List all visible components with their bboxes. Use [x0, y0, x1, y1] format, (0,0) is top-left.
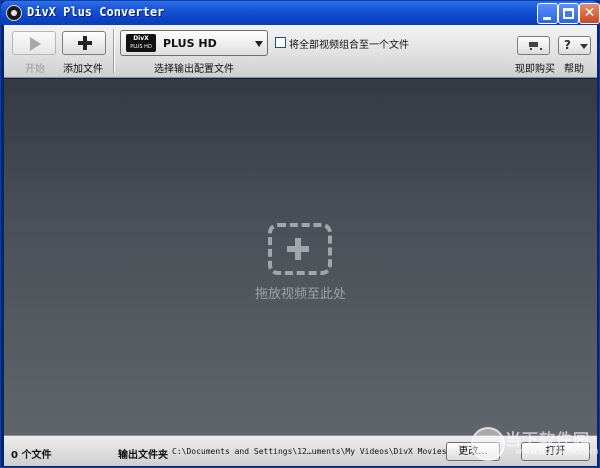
file-count: 0 个文件	[11, 450, 52, 461]
toolbar: 开始 添加文件 DivX PLUS HD PLUS HD 选择输出配置文件 将全…	[4, 25, 597, 78]
status-bar: 0 个文件 输出文件夹 C:\Documents and Settings\12…	[4, 435, 597, 466]
chevron-down-icon	[255, 41, 263, 47]
badge-line2: PLUS HD	[130, 44, 152, 50]
divx-app-icon[interactable]	[6, 5, 22, 21]
output-folder-path: C:\Documents and Settings\12…uments\My V…	[172, 447, 447, 456]
close-button[interactable]: ✕	[579, 3, 600, 24]
drop-hint: 拖放视频至此处	[254, 287, 346, 302]
title-bar[interactable]: DivX Plus Converter ✕	[1, 1, 600, 25]
close-icon: ✕	[583, 5, 596, 21]
add-file-button[interactable]	[62, 31, 106, 55]
divx-plus-hd-badge-icon: DivX PLUS HD	[126, 34, 156, 52]
help-dropdown-arrow-icon	[580, 44, 588, 49]
combine-label[interactable]: 将全部视频组合至一个文件	[289, 36, 409, 51]
toolbar-separator	[113, 29, 115, 73]
drop-zone[interactable]: 拖放视频至此处	[4, 79, 597, 435]
start-label: 开始	[25, 64, 45, 75]
cart-icon	[528, 41, 542, 51]
maximize-button[interactable]	[558, 3, 579, 24]
maximize-icon	[563, 8, 574, 19]
open-folder-button[interactable]: 打开	[521, 442, 590, 461]
window-title: DivX Plus Converter	[27, 5, 165, 19]
add-file-label: 添加文件	[63, 64, 103, 75]
output-folder-label: 输出文件夹	[118, 450, 168, 461]
buy-now-label: 现即购买	[515, 64, 555, 75]
dashed-plus-icon[interactable]	[268, 223, 332, 275]
help-label: 帮助	[564, 64, 584, 75]
profile-value: PLUS HD	[163, 37, 217, 50]
plus-icon	[78, 36, 92, 50]
app-window: DivX Plus Converter ✕ 开始 添加文件 DivX PLUS …	[0, 0, 600, 468]
help-icon: ?	[564, 38, 571, 52]
profile-label: 选择输出配置文件	[154, 64, 234, 75]
minimize-icon	[543, 17, 551, 20]
help-button[interactable]: ?	[558, 36, 591, 55]
minimize-button[interactable]	[537, 3, 558, 24]
play-icon	[30, 37, 41, 51]
badge-line1: DivX	[133, 35, 149, 42]
output-profile-dropdown[interactable]: DivX PLUS HD PLUS HD	[120, 30, 268, 56]
change-folder-button[interactable]: 更改...	[446, 442, 500, 461]
combine-checkbox[interactable]	[275, 37, 286, 48]
buy-now-button[interactable]	[517, 36, 550, 55]
start-button[interactable]	[12, 31, 56, 55]
